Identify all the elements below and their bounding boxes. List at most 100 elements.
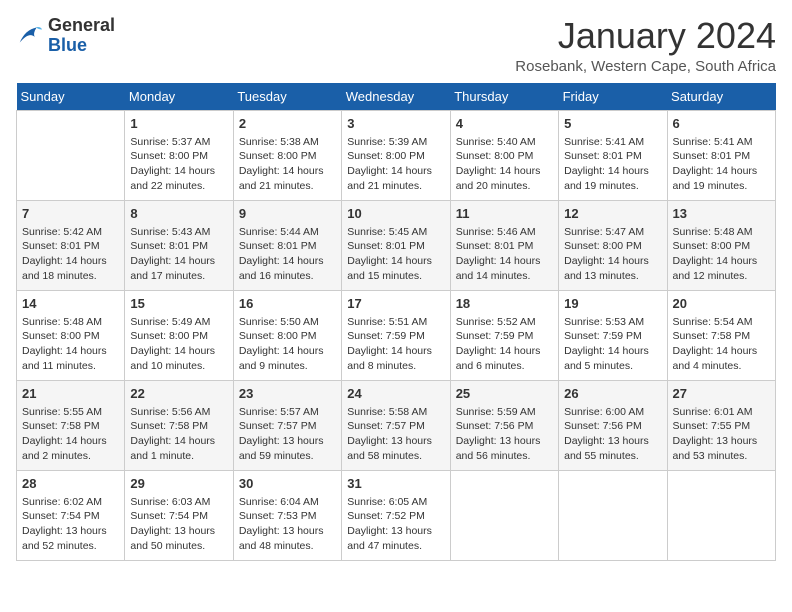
header-tuesday: Tuesday xyxy=(233,83,341,111)
day-number: 4 xyxy=(456,115,553,133)
day-info: Daylight: 14 hours xyxy=(239,164,336,179)
day-info: Daylight: 13 hours xyxy=(564,434,661,449)
day-info: and 14 minutes. xyxy=(456,269,553,284)
calendar-cell: 25Sunrise: 5:59 AMSunset: 7:56 PMDayligh… xyxy=(450,380,558,470)
calendar-cell xyxy=(559,470,667,560)
day-info: and 55 minutes. xyxy=(564,449,661,464)
day-info: and 4 minutes. xyxy=(673,359,770,374)
day-info: Sunset: 7:53 PM xyxy=(239,509,336,524)
day-info: Daylight: 13 hours xyxy=(347,434,444,449)
header-friday: Friday xyxy=(559,83,667,111)
calendar-cell: 14Sunrise: 5:48 AMSunset: 8:00 PMDayligh… xyxy=(17,290,125,380)
day-info: Sunrise: 5:41 AM xyxy=(564,135,661,150)
day-number: 29 xyxy=(130,475,227,493)
day-info: Sunset: 8:01 PM xyxy=(22,239,119,254)
day-info: Daylight: 14 hours xyxy=(22,344,119,359)
day-info: Daylight: 14 hours xyxy=(130,344,227,359)
day-info: Sunset: 7:58 PM xyxy=(130,419,227,434)
day-info: Sunset: 7:59 PM xyxy=(456,329,553,344)
day-info: Sunrise: 5:39 AM xyxy=(347,135,444,150)
calendar-cell: 1Sunrise: 5:37 AMSunset: 8:00 PMDaylight… xyxy=(125,110,233,200)
header-thursday: Thursday xyxy=(450,83,558,111)
header-monday: Monday xyxy=(125,83,233,111)
day-number: 19 xyxy=(564,295,661,313)
day-info: and 5 minutes. xyxy=(564,359,661,374)
day-info: and 11 minutes. xyxy=(22,359,119,374)
header-wednesday: Wednesday xyxy=(342,83,450,111)
day-info: Sunrise: 5:53 AM xyxy=(564,315,661,330)
day-info: Daylight: 14 hours xyxy=(456,164,553,179)
day-number: 27 xyxy=(673,385,770,403)
calendar-cell: 20Sunrise: 5:54 AMSunset: 7:58 PMDayligh… xyxy=(667,290,775,380)
day-info: Sunrise: 5:38 AM xyxy=(239,135,336,150)
day-info: Sunset: 7:57 PM xyxy=(239,419,336,434)
day-info: Daylight: 14 hours xyxy=(130,164,227,179)
day-info: and 18 minutes. xyxy=(22,269,119,284)
day-info: Sunrise: 5:43 AM xyxy=(130,225,227,240)
day-info: and 22 minutes. xyxy=(130,179,227,194)
day-info: and 56 minutes. xyxy=(456,449,553,464)
day-info: Daylight: 14 hours xyxy=(130,254,227,269)
day-info: and 12 minutes. xyxy=(673,269,770,284)
day-number: 10 xyxy=(347,205,444,223)
day-number: 20 xyxy=(673,295,770,313)
calendar-cell: 12Sunrise: 5:47 AMSunset: 8:00 PMDayligh… xyxy=(559,200,667,290)
calendar-cell xyxy=(17,110,125,200)
day-info: Sunset: 7:58 PM xyxy=(673,329,770,344)
day-info: Sunset: 7:58 PM xyxy=(22,419,119,434)
calendar-cell: 27Sunrise: 6:01 AMSunset: 7:55 PMDayligh… xyxy=(667,380,775,470)
day-info: Sunrise: 5:37 AM xyxy=(130,135,227,150)
day-info: Daylight: 13 hours xyxy=(130,524,227,539)
day-info: and 48 minutes. xyxy=(239,539,336,554)
day-info: Sunrise: 6:02 AM xyxy=(22,495,119,510)
day-number: 9 xyxy=(239,205,336,223)
day-info: and 19 minutes. xyxy=(564,179,661,194)
day-info: and 6 minutes. xyxy=(456,359,553,374)
day-info: Daylight: 14 hours xyxy=(22,254,119,269)
day-info: Sunset: 7:56 PM xyxy=(456,419,553,434)
day-number: 5 xyxy=(564,115,661,133)
week-row-2: 7Sunrise: 5:42 AMSunset: 8:01 PMDaylight… xyxy=(17,200,776,290)
day-info: Sunrise: 5:48 AM xyxy=(22,315,119,330)
day-info: Daylight: 14 hours xyxy=(564,254,661,269)
day-info: and 1 minute. xyxy=(130,449,227,464)
day-info: Sunrise: 6:01 AM xyxy=(673,405,770,420)
day-info: Sunset: 8:00 PM xyxy=(564,239,661,254)
day-info: Daylight: 13 hours xyxy=(239,434,336,449)
day-info: Daylight: 13 hours xyxy=(239,524,336,539)
day-info: and 52 minutes. xyxy=(22,539,119,554)
calendar-cell: 11Sunrise: 5:46 AMSunset: 8:01 PMDayligh… xyxy=(450,200,558,290)
day-info: Sunrise: 5:54 AM xyxy=(673,315,770,330)
page-header: General Blue January 2024 Rosebank, West… xyxy=(16,16,776,75)
header-sunday: Sunday xyxy=(17,83,125,111)
calendar-cell: 29Sunrise: 6:03 AMSunset: 7:54 PMDayligh… xyxy=(125,470,233,560)
day-info: Sunset: 7:55 PM xyxy=(673,419,770,434)
day-number: 24 xyxy=(347,385,444,403)
calendar-cell: 31Sunrise: 6:05 AMSunset: 7:52 PMDayligh… xyxy=(342,470,450,560)
day-info: and 13 minutes. xyxy=(564,269,661,284)
day-info: Sunset: 7:52 PM xyxy=(347,509,444,524)
day-info: Sunset: 7:54 PM xyxy=(130,509,227,524)
calendar-cell: 22Sunrise: 5:56 AMSunset: 7:58 PMDayligh… xyxy=(125,380,233,470)
calendar-cell: 28Sunrise: 6:02 AMSunset: 7:54 PMDayligh… xyxy=(17,470,125,560)
day-info: Sunrise: 5:42 AM xyxy=(22,225,119,240)
day-info: Sunrise: 5:52 AM xyxy=(456,315,553,330)
day-info: Sunrise: 6:04 AM xyxy=(239,495,336,510)
day-info: and 9 minutes. xyxy=(239,359,336,374)
day-info: and 58 minutes. xyxy=(347,449,444,464)
day-info: Daylight: 14 hours xyxy=(456,254,553,269)
day-number: 15 xyxy=(130,295,227,313)
day-info: and 53 minutes. xyxy=(673,449,770,464)
title-block: January 2024 Rosebank, Western Cape, Sou… xyxy=(515,16,776,75)
day-info: Daylight: 13 hours xyxy=(22,524,119,539)
calendar-cell: 15Sunrise: 5:49 AMSunset: 8:00 PMDayligh… xyxy=(125,290,233,380)
day-info: Sunrise: 6:00 AM xyxy=(564,405,661,420)
day-info: and 10 minutes. xyxy=(130,359,227,374)
day-info: and 16 minutes. xyxy=(239,269,336,284)
day-number: 31 xyxy=(347,475,444,493)
day-number: 23 xyxy=(239,385,336,403)
calendar-cell: 26Sunrise: 6:00 AMSunset: 7:56 PMDayligh… xyxy=(559,380,667,470)
day-info: Sunset: 8:01 PM xyxy=(347,239,444,254)
day-info: Daylight: 13 hours xyxy=(347,524,444,539)
day-info: and 20 minutes. xyxy=(456,179,553,194)
